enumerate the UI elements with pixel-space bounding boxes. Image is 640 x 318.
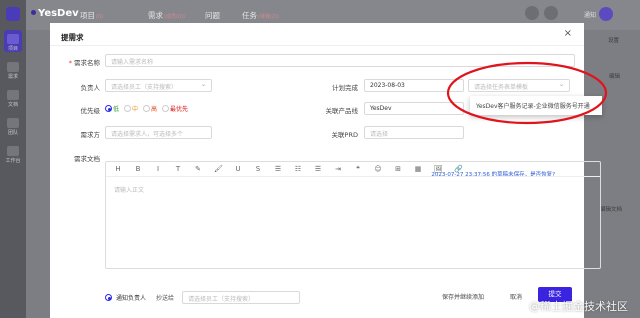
app-sidebar: 项目 需求 文档 团队 工作台 xyxy=(0,0,26,318)
sidebar-item-requirement[interactable]: 需求 xyxy=(3,73,23,80)
cc-select[interactable]: 请选择员工（支持搜索） xyxy=(182,291,301,304)
editor-toolbar: H B I T ✎ 🖌 U S ☰ ☷ ☰ ⇥ ❝ ☺ ⊞ ▦ 🖼 🔗 xyxy=(106,162,600,177)
doc-label: 需求文档 xyxy=(74,155,100,163)
app-logo-icon[interactable] xyxy=(6,7,20,21)
owner-label: 负责人 xyxy=(80,84,101,92)
sidebar-item-team[interactable]: 团队 xyxy=(3,129,23,136)
prd-select[interactable]: 请选择 xyxy=(364,126,464,139)
font-color-icon[interactable]: ✎ xyxy=(194,165,202,173)
save-and-add-button[interactable]: 保存并继续添加 xyxy=(442,292,484,301)
prd-label: 关联PRD xyxy=(331,131,358,139)
modal-header-divider xyxy=(50,45,584,46)
table-icon[interactable]: ⊞ xyxy=(394,165,402,173)
brand-icon xyxy=(31,10,36,15)
priority-label: 优先级 xyxy=(80,107,101,115)
priority-high[interactable]: 高 xyxy=(143,104,157,113)
indent-icon[interactable]: ⇥ xyxy=(334,165,342,173)
demander-select[interactable]: 请选择需求人，可选择多个 xyxy=(105,126,212,139)
priority-high-label: 高 xyxy=(151,106,158,113)
modal-footer-left: 通知负责人 抄送给 请选择员工（支持搜索） xyxy=(105,291,301,304)
link-icon[interactable]: 🔗 xyxy=(454,165,463,173)
nav-issue-label: 问题 xyxy=(205,11,220,20)
chevron-down-icon: ⌄ xyxy=(200,81,206,88)
italic-icon[interactable]: I xyxy=(154,165,162,173)
underline-icon[interactable]: U xyxy=(234,165,242,173)
nav-requirement-label: 需求 xyxy=(148,11,163,20)
emoji-icon[interactable]: ☺ xyxy=(374,165,382,173)
bold-icon[interactable]: B xyxy=(134,165,142,173)
priority-medium-label: 中 xyxy=(132,106,139,113)
name-label-text: 需求名称 xyxy=(74,59,100,67)
quote-icon[interactable]: ❝ xyxy=(354,165,362,173)
priority-low[interactable]: 低 xyxy=(105,104,119,113)
strikethrough-icon[interactable]: S xyxy=(254,165,262,173)
ordered-list-icon[interactable]: ☷ xyxy=(294,165,302,173)
notify-owner-label[interactable]: 通知负责人 xyxy=(116,293,146,302)
radio-selected[interactable] xyxy=(105,105,112,112)
nav-task-tag: (待我(2)) xyxy=(258,14,279,20)
modal-title: 提需求 xyxy=(61,33,84,42)
priority-low-label: 低 xyxy=(113,106,120,113)
nav-project-tag: (0) xyxy=(96,14,104,20)
bg-edit-link[interactable]: 编辑 xyxy=(609,72,620,80)
nav-project[interactable]: 项目(0) xyxy=(80,10,103,21)
radio[interactable] xyxy=(124,105,132,112)
avatar[interactable] xyxy=(599,7,613,21)
font-size-icon[interactable]: T xyxy=(174,165,182,173)
sidebar-item-project[interactable]: 项目 xyxy=(3,45,23,52)
nav-requirement[interactable]: 需求(成员(0)) xyxy=(148,10,185,21)
rich-text-editor[interactable]: H B I T ✎ 🖌 U S ☰ ☷ ☰ ⇥ ❝ ☺ ⊞ ▦ 🖼 🔗 请输入正… xyxy=(105,161,601,269)
name-label: * 需求名称 xyxy=(68,59,100,67)
notification-icon[interactable] xyxy=(525,6,539,20)
align-icon[interactable]: ☰ xyxy=(274,165,282,173)
plan-date-label: 计划完成 xyxy=(332,84,358,92)
settings-link[interactable]: 设置 xyxy=(608,36,619,44)
highlight-icon[interactable]: 🖌 xyxy=(214,165,223,173)
cc-label: 抄送给 xyxy=(156,295,175,302)
priority-top-label: 最优先 xyxy=(170,106,189,113)
requirement-icon[interactable] xyxy=(7,62,19,72)
document-icon[interactable] xyxy=(7,90,19,100)
grid-icon[interactable]: ▦ xyxy=(414,165,422,173)
bg-edit-doc-link[interactable]: 编辑文档 xyxy=(600,205,622,213)
brand-name[interactable]: YesDev xyxy=(38,8,79,19)
team-icon[interactable] xyxy=(7,118,19,128)
demander-label: 需求方 xyxy=(80,131,101,139)
product-line-label: 关联产品线 xyxy=(325,107,359,115)
sidebar-item-workbench[interactable]: 工作台 xyxy=(3,157,23,164)
nav-task[interactable]: 任务(待我(2)) xyxy=(242,10,279,21)
owner-select[interactable]: 请选择员工（支持搜索） ⌄ xyxy=(105,79,212,92)
image-icon[interactable]: 🖼 xyxy=(434,165,443,173)
cancel-button[interactable]: 取消 xyxy=(510,292,522,301)
priority-radio-group: 低 中 高 最优先 xyxy=(105,104,188,113)
message-icon[interactable] xyxy=(544,6,558,20)
radio[interactable] xyxy=(143,105,151,112)
workbench-icon[interactable] xyxy=(7,146,19,156)
editor-placeholder: 请输入正文 xyxy=(114,187,145,194)
project-icon[interactable] xyxy=(7,34,19,44)
nav-project-label: 项目 xyxy=(80,11,95,20)
nav-issue[interactable]: 问题 xyxy=(205,10,220,21)
close-icon[interactable]: × xyxy=(564,28,572,39)
owner-placeholder: 请选择员工（支持搜索） xyxy=(111,84,178,91)
priority-medium[interactable]: 中 xyxy=(124,104,138,113)
notify-owner-radio[interactable] xyxy=(105,294,112,301)
annotation-ellipse xyxy=(446,61,608,125)
nav-requirement-tag: (成员(0)) xyxy=(164,14,185,20)
watermark: @稀土掘金技术社区 xyxy=(529,300,628,313)
notice-link[interactable]: 通知 xyxy=(584,10,596,19)
nav-task-label: 任务 xyxy=(242,11,257,20)
sidebar-item-document[interactable]: 文档 xyxy=(3,101,23,108)
priority-top[interactable]: 最优先 xyxy=(162,104,188,113)
radio[interactable] xyxy=(162,105,170,112)
heading-icon[interactable]: H xyxy=(114,165,122,173)
bullet-list-icon[interactable]: ☰ xyxy=(314,165,322,173)
